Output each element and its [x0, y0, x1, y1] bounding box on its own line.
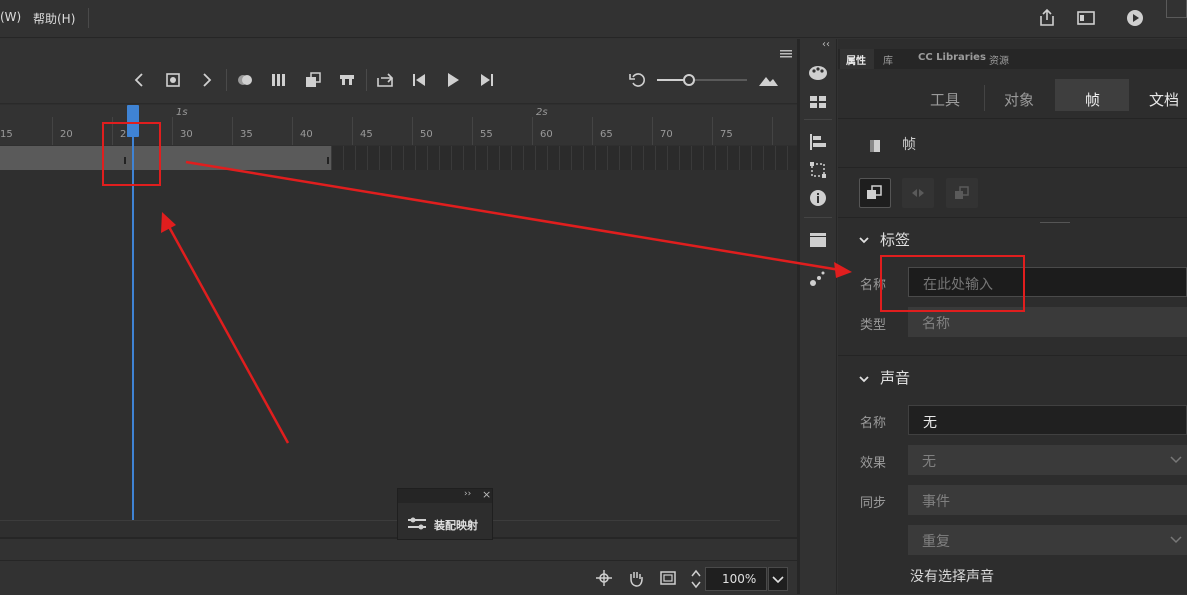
- annotation-arrows: [161, 160, 852, 444]
